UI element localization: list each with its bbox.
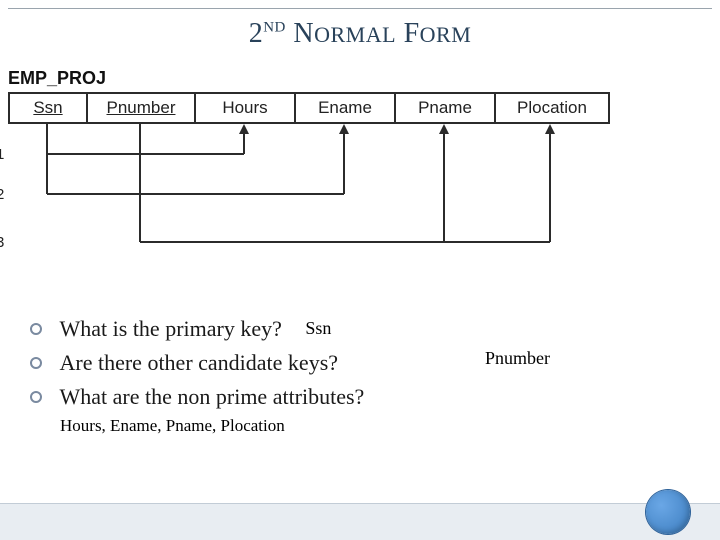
footer-bar <box>0 503 720 540</box>
fd1-label: FD1 <box>0 146 4 163</box>
title-word1-rest: ORMAL <box>314 22 396 47</box>
bullet-2: Are there other candidate keys? <box>30 348 690 376</box>
bullet-1: What is the primary key? Ssn <box>30 314 690 342</box>
slide: 2ND NORMAL FORM EMP_PROJ Ssn Pnumber Hou… <box>0 0 720 540</box>
question-2: Are there other candidate keys? <box>60 350 339 375</box>
bullet-3: What are the non prime attributes? <box>30 382 690 410</box>
title-word2-cap: F <box>404 18 420 49</box>
bullet-icon <box>30 391 42 403</box>
nav-circle-icon[interactable] <box>646 490 690 534</box>
question-3: What are the non prime attributes? <box>60 384 365 409</box>
answer-3: Hours, Ename, Pname, Plocation <box>60 416 690 436</box>
question-1: What is the primary key? <box>60 316 282 341</box>
title-word2-rest: ORM <box>420 22 472 47</box>
fd3-label: FD3 <box>0 234 4 251</box>
title-number: 2 <box>249 18 264 49</box>
fd-arrows <box>8 92 708 292</box>
answer-1: Ssn <box>305 318 331 338</box>
answer-2: Pnumber <box>485 348 550 369</box>
slide-title: 2ND NORMAL FORM <box>0 18 720 50</box>
title-ordinal: ND <box>263 20 286 36</box>
bullet-list: What is the primary key? Ssn Are there o… <box>30 308 690 436</box>
schema-diagram: EMP_PROJ Ssn Pnumber Hours Ename Pname P… <box>8 68 708 293</box>
top-divider <box>8 8 712 9</box>
fd2-label: FD2 <box>0 186 4 203</box>
bullet-icon <box>30 357 42 369</box>
relation-name: EMP_PROJ <box>8 68 106 89</box>
title-word1-cap: N <box>293 18 314 49</box>
bullet-icon <box>30 323 42 335</box>
